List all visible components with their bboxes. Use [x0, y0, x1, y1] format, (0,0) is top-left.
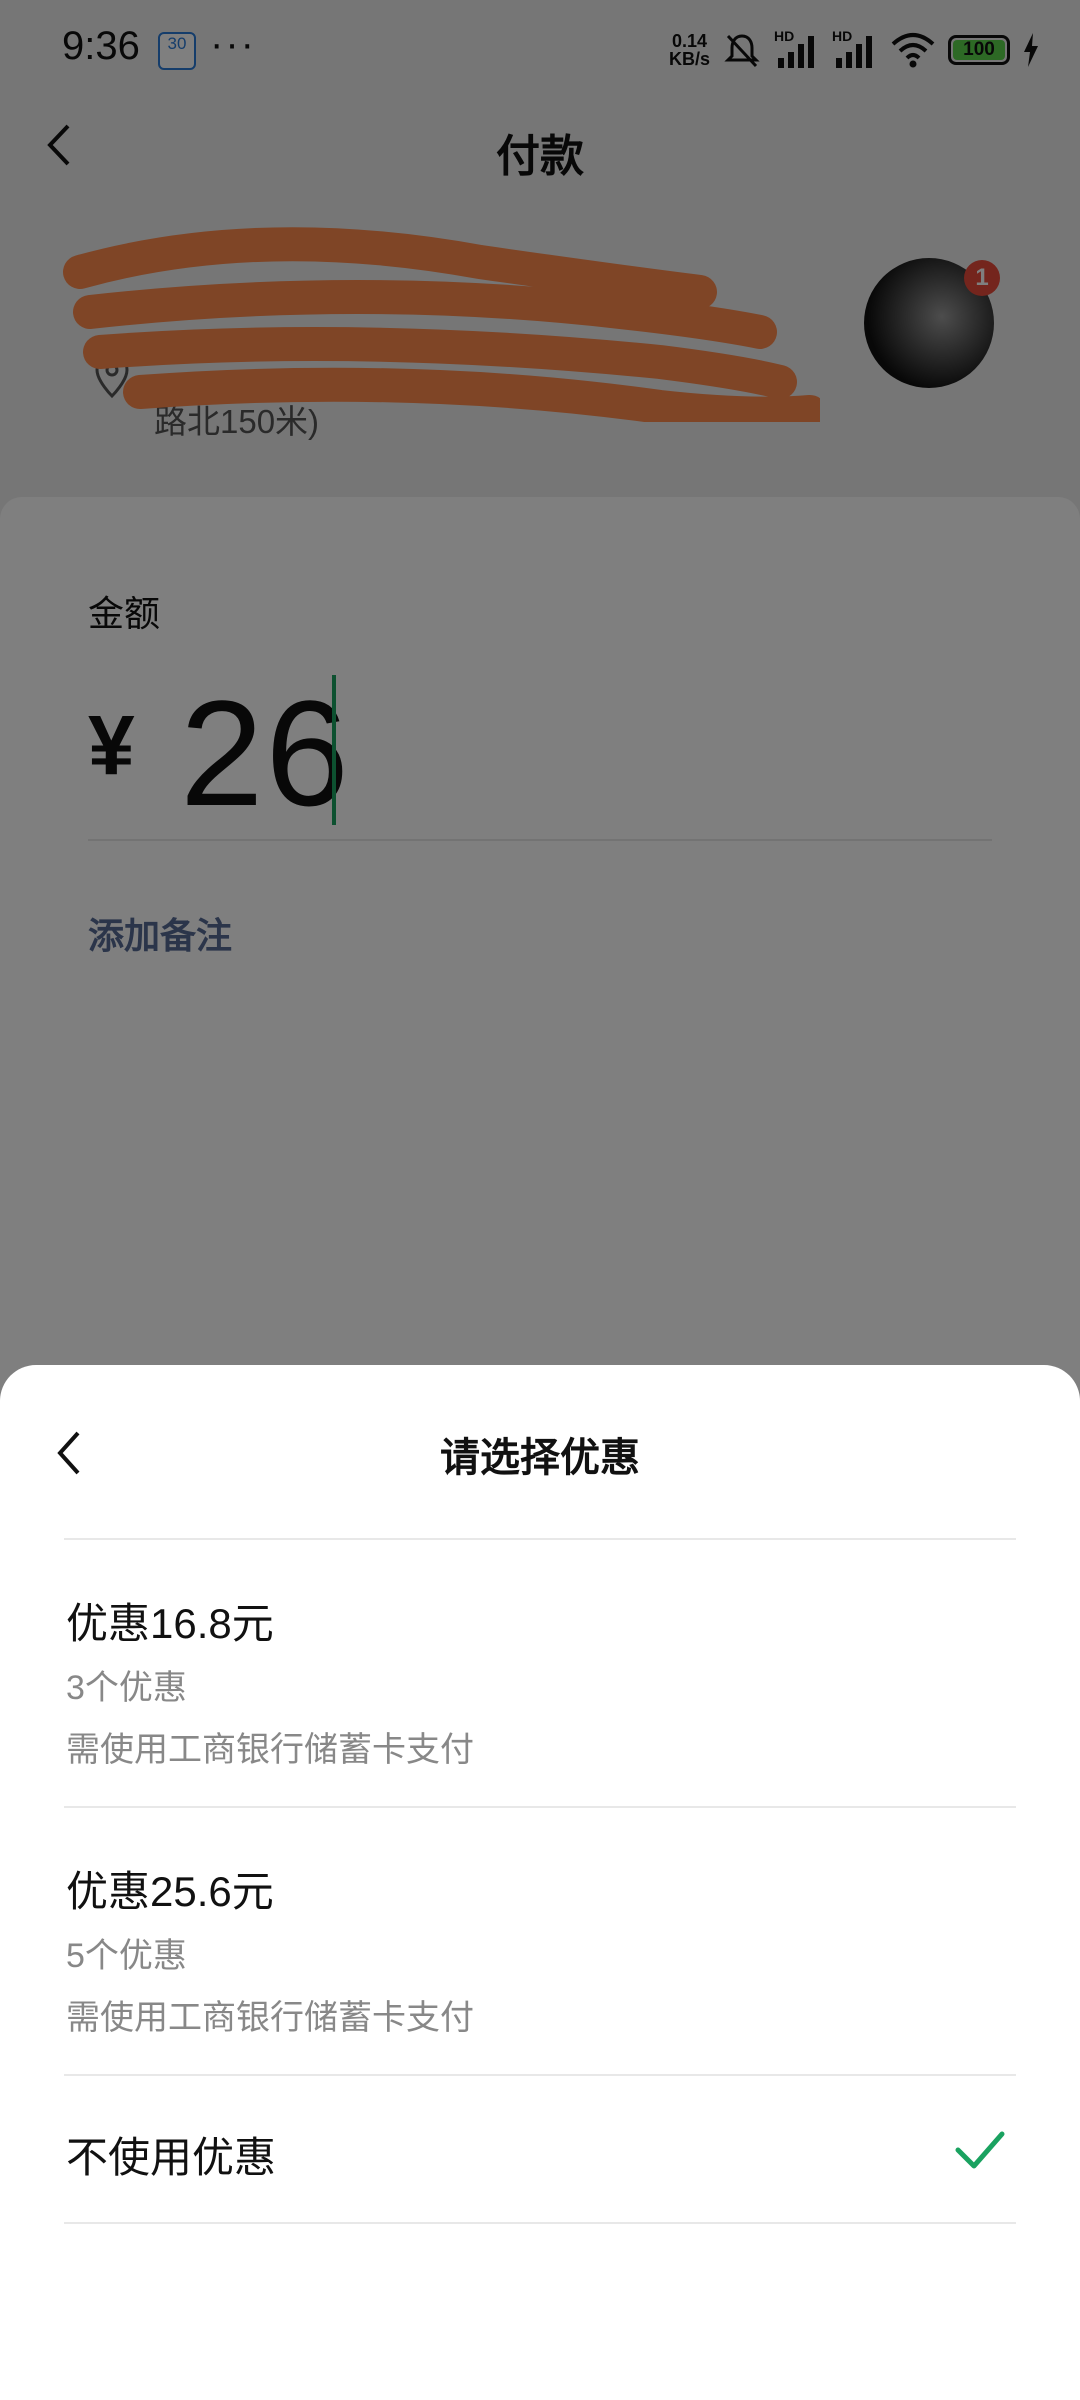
- option-title: 不使用优惠: [66, 2134, 277, 2181]
- discount-option-2[interactable]: 优惠25.6元 5个优惠 需使用工商银行储蓄卡支付: [0, 1808, 1080, 2074]
- divider: [64, 2222, 1016, 2224]
- option-title: 优惠16.8元: [66, 1600, 274, 1647]
- checkmark-icon: [955, 2131, 1005, 2169]
- option-count: 3个优惠: [66, 1669, 187, 1707]
- discount-option-1[interactable]: 优惠16.8元 3个优惠 需使用工商银行储蓄卡支付: [0, 1540, 1080, 1806]
- option-requirement: 需使用工商银行储蓄卡支付: [66, 1731, 474, 1769]
- option-count: 5个优惠: [66, 1937, 187, 1975]
- option-requirement: 需使用工商银行储蓄卡支付: [66, 1999, 474, 2037]
- option-title: 优惠25.6元: [66, 1868, 274, 1915]
- discount-sheet: 请选择优惠 优惠16.8元 3个优惠 需使用工商银行储蓄卡支付 优惠25.6元 …: [0, 1365, 1080, 2400]
- no-discount-option[interactable]: 不使用优惠: [0, 2076, 1080, 2222]
- sheet-title: 请选择优惠: [440, 1436, 640, 1480]
